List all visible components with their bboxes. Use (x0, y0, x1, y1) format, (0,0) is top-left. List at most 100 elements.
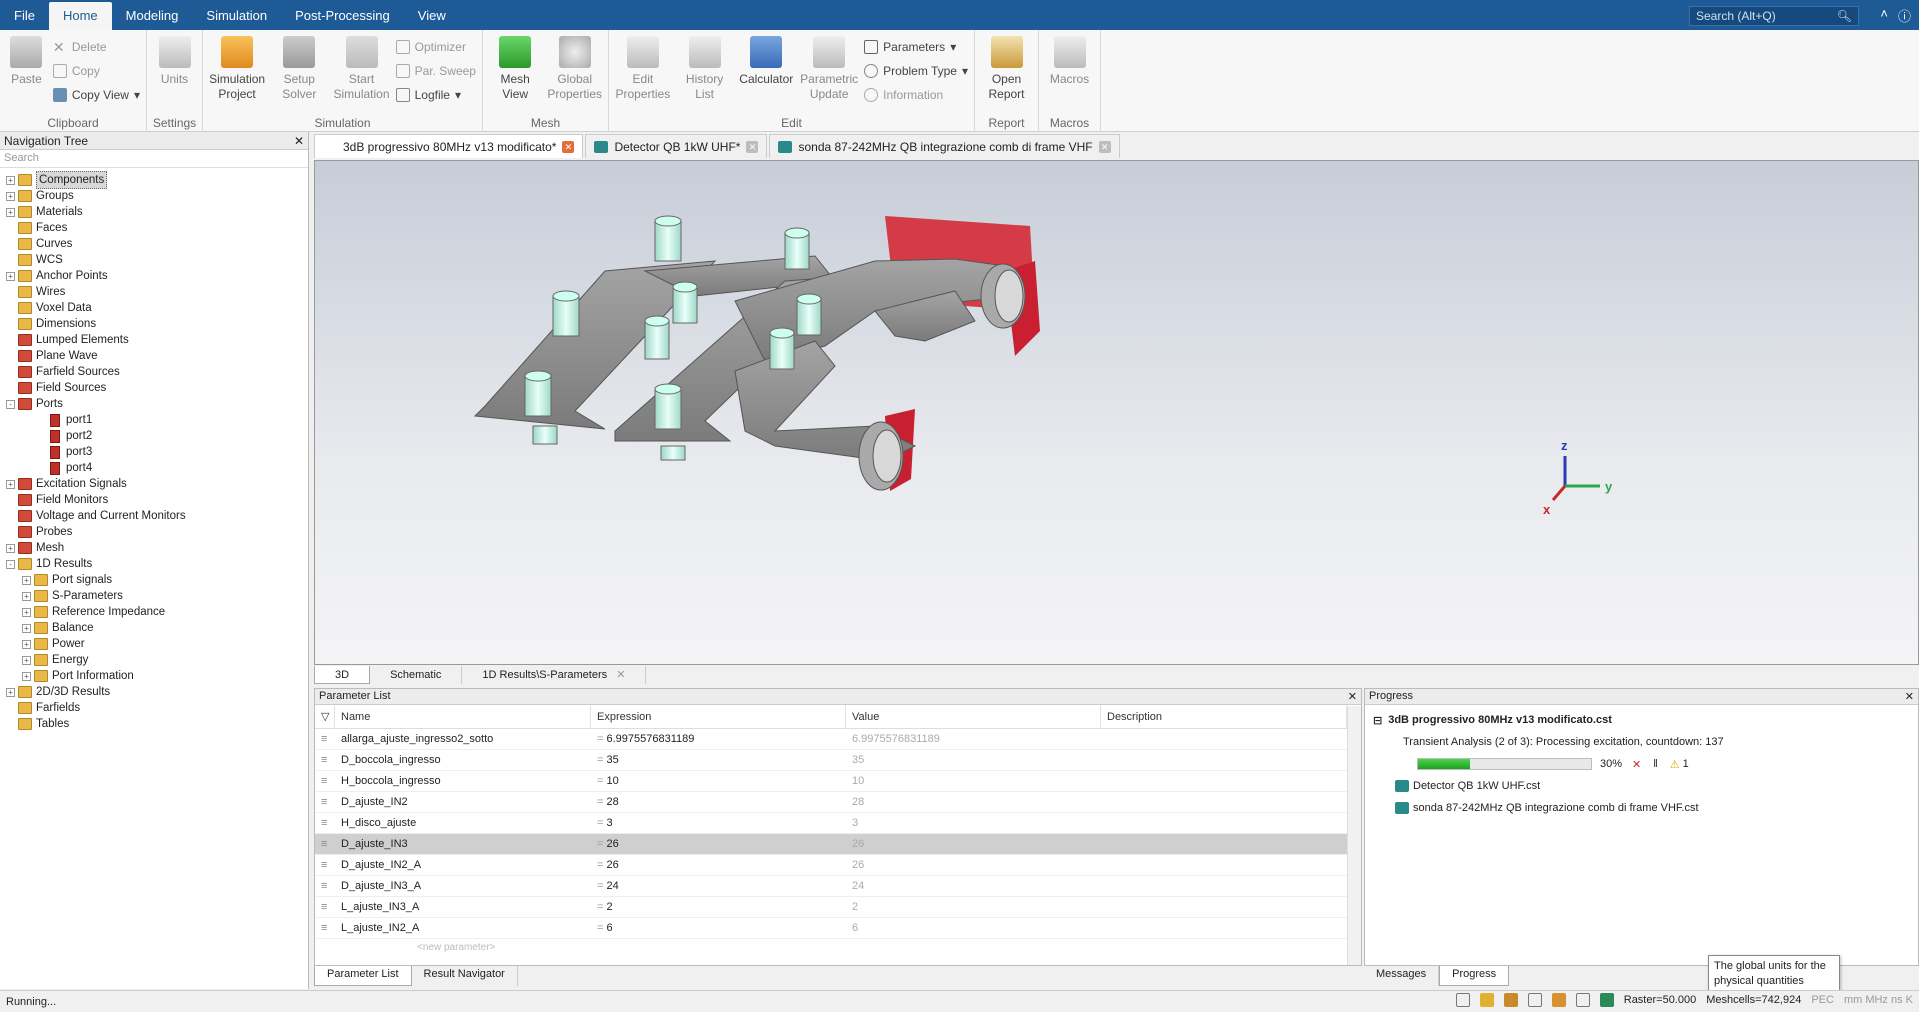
tree-item[interactable]: Probes (0, 524, 308, 540)
tab-schematic[interactable]: Schematic (370, 666, 463, 684)
pan-icon[interactable] (1479, 993, 1494, 1007)
collapse-icon[interactable]: - (6, 399, 15, 409)
parameter-expression[interactable]: = 2 (591, 901, 846, 913)
tree-item[interactable]: port1 (0, 412, 308, 428)
close-icon[interactable]: ✕ (616, 669, 625, 681)
parameter-expression[interactable]: = 24 (591, 880, 846, 892)
close-icon[interactable]: ✕ (1905, 690, 1914, 703)
tree-item[interactable]: Lumped Elements (0, 332, 308, 348)
units-value[interactable]: mm MHz ns K (1844, 994, 1913, 1006)
collapse-ribbon-icon[interactable]: ˄ (1880, 6, 1888, 25)
delete-button[interactable]: ✕ Delete (53, 38, 140, 56)
tree-item[interactable]: port3 (0, 444, 308, 460)
tree-item[interactable]: - Ports (0, 396, 308, 412)
parameter-expression[interactable]: = 6 (591, 922, 846, 934)
parameter-row[interactable]: ≡ allarga_ajuste_ingresso2_sotto = 6.99755… (315, 729, 1361, 750)
pause-icon[interactable]: ‖ (1653, 758, 1658, 770)
parameter-row[interactable]: ≡ D_ajuste_IN2 = 28 28 (315, 792, 1361, 813)
expand-icon[interactable]: + (6, 687, 15, 697)
parameter-value[interactable]: 3 (846, 817, 1101, 829)
parameter-value[interactable]: 6.9975576831189 (846, 733, 1101, 745)
parameter-value[interactable]: 26 (846, 838, 1101, 850)
tab-result-navigator[interactable]: Result Navigator (412, 966, 518, 986)
menu-modeling[interactable]: Modeling (112, 2, 193, 30)
expand-icon[interactable]: + (22, 591, 31, 601)
close-icon[interactable]: ✕ (562, 140, 575, 153)
zoom-fit-icon[interactable] (1527, 993, 1542, 1007)
column-expression[interactable]: Expression (591, 704, 846, 729)
parameter-name[interactable]: L_ajuste_IN2_A (335, 922, 591, 934)
rotate-icon[interactable] (1503, 993, 1518, 1007)
tree-item[interactable]: Voxel Data (0, 300, 308, 316)
pec-value[interactable]: PEC (1811, 994, 1834, 1006)
tree-item[interactable]: Field Sources (0, 380, 308, 396)
parameter-expression[interactable]: = 28 (591, 796, 846, 808)
expand-icon[interactable]: + (22, 607, 31, 617)
parameter-expression[interactable]: = 6.9975576831189 (591, 733, 846, 745)
tree-item[interactable]: + Power (0, 636, 308, 652)
help-icon[interactable]: ⓘ (1898, 6, 1911, 25)
tree-item[interactable]: Tables (0, 716, 308, 732)
tree-item[interactable]: + Excitation Signals (0, 476, 308, 492)
expand-icon[interactable]: + (22, 575, 31, 585)
tree-item[interactable]: Faces (0, 220, 308, 236)
parameter-expression[interactable]: = 26 (591, 859, 846, 871)
column-description[interactable]: Description (1101, 704, 1347, 729)
logfile-button[interactable]: Logfile ▾ (395, 86, 476, 104)
tree-item[interactable]: WCS (0, 252, 308, 268)
tree-item[interactable]: + Port Information (0, 668, 308, 684)
menu-view[interactable]: View (404, 2, 460, 30)
tree-item[interactable]: port2 (0, 428, 308, 444)
close-icon[interactable]: ✕ (294, 134, 304, 148)
3d-view[interactable]: z y x (314, 160, 1919, 665)
tree-item[interactable]: + S-Parameters (0, 588, 308, 604)
menu-home[interactable]: Home (48, 2, 112, 30)
expand-icon[interactable]: + (6, 271, 15, 281)
tree-item[interactable]: + Materials (0, 204, 308, 220)
tab-messages[interactable]: Messages (1364, 966, 1440, 986)
expand-icon[interactable]: + (6, 207, 15, 217)
parameter-value[interactable]: 28 (846, 796, 1101, 808)
parameter-value[interactable]: 26 (846, 859, 1101, 871)
column-name[interactable]: Name (335, 704, 591, 729)
menu-file[interactable]: File (0, 2, 49, 30)
optimizer-button[interactable]: Optimizer (395, 38, 476, 56)
parameter-name[interactable]: D_ajuste_IN2 (335, 796, 591, 808)
tree-item[interactable]: - 1D Results (0, 556, 308, 572)
search-box[interactable]: Search (Alt+Q) 🔍︎ (1689, 6, 1859, 26)
tree-item[interactable]: + Groups (0, 188, 308, 204)
parameter-row[interactable]: ≡ L_ajuste_IN2_A = 66 (315, 918, 1361, 939)
parameter-name[interactable]: L_ajuste_IN3_A (335, 901, 591, 913)
tab-3d[interactable]: 3D (314, 666, 371, 684)
tab-parameter-list[interactable]: Parameter List (314, 966, 412, 986)
expand-icon[interactable]: + (22, 623, 31, 633)
progress-file-row[interactable]: Detector QB 1kW UHF.cst (1373, 775, 1910, 797)
expand-icon[interactable]: + (6, 175, 15, 185)
document-tab[interactable]: Detector QB 1kW UHF* ✕ (585, 134, 768, 158)
tree-item[interactable]: Farfield Sources (0, 364, 308, 380)
parameter-row[interactable]: ≡ D_ajuste_IN3_A = 24 24 (315, 876, 1361, 897)
parameter-row[interactable]: ≡ D_boccola_ingresso = 35 35 (315, 750, 1361, 771)
expand-icon[interactable]: + (6, 543, 15, 553)
copy-view-button[interactable]: Copy View ▾ (52, 86, 140, 104)
close-icon[interactable]: ✕ (1348, 690, 1357, 703)
parameter-name[interactable]: D_boccola_ingresso (335, 754, 591, 766)
parameter-value[interactable]: 24 (846, 880, 1101, 892)
tab-s-parameters[interactable]: 1D Results\S-Parameters ✕ (462, 666, 647, 684)
document-tab[interactable]: 3dB progressivo 80MHz v13 modificato* ✕ (314, 134, 584, 158)
tree-item[interactable]: + Port signals (0, 572, 308, 588)
tree-item[interactable]: + Balance (0, 620, 308, 636)
progress-file-row[interactable]: sonda 87-242MHz QB integrazione comb di … (1373, 797, 1910, 819)
tree-item[interactable]: Farfields (0, 700, 308, 716)
warning-icon[interactable]: ⚠ (1670, 758, 1680, 771)
tree-item[interactable]: Voltage and Current Monitors (0, 508, 308, 524)
close-icon[interactable]: ✕ (746, 140, 759, 153)
tree-item[interactable]: Plane Wave (0, 348, 308, 364)
view-icon[interactable] (1551, 993, 1566, 1007)
progress-project-row[interactable]: ⊟ 3dB progressivo 80MHz v13 modificato.c… (1373, 709, 1910, 731)
problem-type-button[interactable]: Problem Type ▾ (864, 62, 968, 80)
tab-progress[interactable]: Progress (1439, 966, 1510, 986)
par-sweep-button[interactable]: Par. Sweep (395, 62, 476, 80)
parameter-expression[interactable]: = 26 (591, 838, 846, 850)
tree-item[interactable]: Curves (0, 236, 308, 252)
